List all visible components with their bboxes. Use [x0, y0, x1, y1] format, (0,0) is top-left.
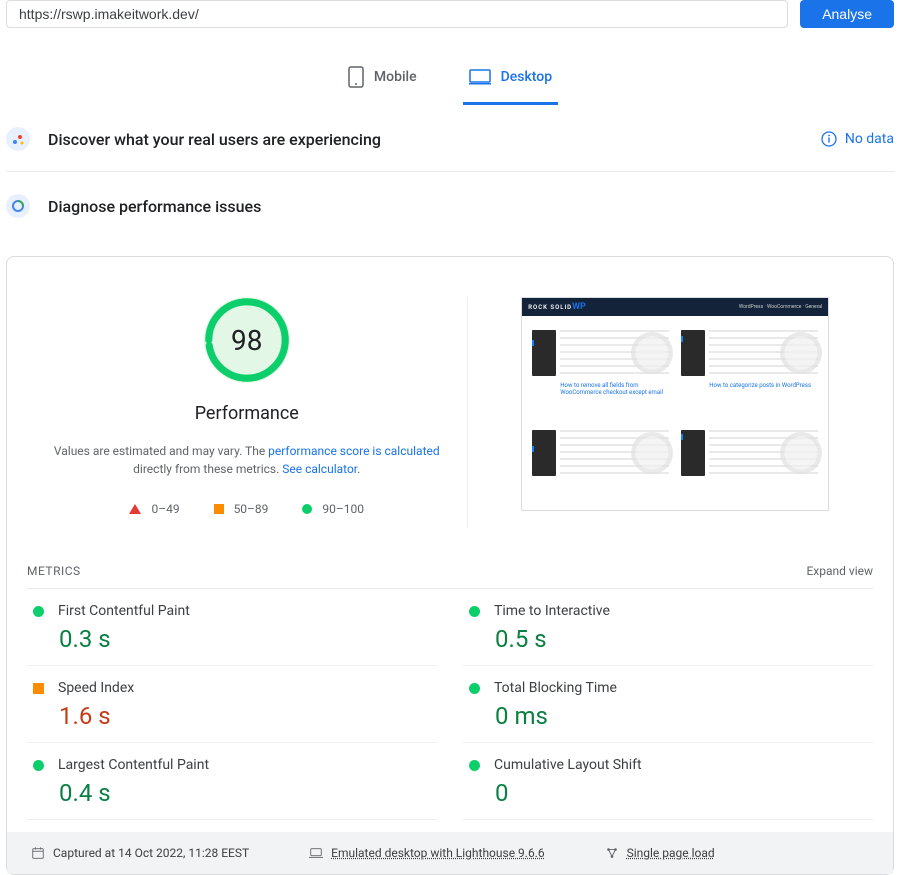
- tab-mobile[interactable]: Mobile: [342, 58, 423, 105]
- legend-fail-icon: [129, 504, 141, 514]
- metric-label: Speed Index: [58, 680, 134, 696]
- diagnose-title: Diagnose performance issues: [48, 197, 261, 216]
- laptop-icon: [309, 846, 323, 860]
- metric-label: Total Blocking Time: [494, 680, 617, 696]
- metrics-header: METRICS Expand view: [27, 528, 873, 589]
- report-footer: Captured at 14 Oct 2022, 11:28 EEST Emul…: [7, 832, 893, 874]
- metric: Largest Contentful Paint 0.4 s: [27, 743, 437, 820]
- metric-value: 0.3 s: [59, 625, 431, 653]
- gauge-ring: [204, 297, 290, 383]
- metric-value: 1.6 s: [59, 702, 431, 730]
- metrics-title: METRICS: [27, 564, 81, 578]
- page-screenshot: ROCK SOLIDWP WordPress · WooCommerce · G…: [521, 297, 829, 511]
- diagnose-icon: [6, 194, 30, 218]
- metric-label: Time to Interactive: [494, 603, 610, 619]
- metric-label: First Contentful Paint: [58, 603, 190, 619]
- score-legend: 0–49 50–89 90–100: [49, 502, 445, 516]
- metric-status-icon: [33, 606, 44, 617]
- metric-value: 0.5 s: [495, 625, 867, 653]
- discover-title: Discover what your real users are experi…: [48, 130, 381, 149]
- legend-avg-icon: [214, 504, 224, 514]
- metric-value: 0.4 s: [59, 779, 431, 807]
- tab-desktop-label: Desktop: [501, 69, 552, 85]
- emulated-link[interactable]: Emulated desktop with Lighthouse 9.6.6: [309, 846, 544, 860]
- mobile-icon: [348, 66, 364, 88]
- metric: Speed Index 1.6 s: [27, 666, 437, 743]
- metric: Time to Interactive 0.5 s: [463, 589, 873, 666]
- metric-value: 0: [495, 779, 867, 807]
- device-tabs: Mobile Desktop: [6, 58, 894, 105]
- url-input[interactable]: [6, 0, 788, 28]
- performance-gauge: 98: [204, 297, 290, 383]
- diagnose-section: Diagnose performance issues: [6, 172, 894, 238]
- metric-value: 0 ms: [495, 702, 867, 730]
- gauge-title: Performance: [49, 403, 445, 424]
- gauge-desc: Values are estimated and may vary. The p…: [49, 442, 445, 478]
- metric-label: Largest Contentful Paint: [58, 757, 209, 773]
- metric: Cumulative Layout Shift 0: [463, 743, 873, 820]
- analyse-button[interactable]: Analyse: [800, 0, 894, 28]
- info-icon: [821, 131, 837, 147]
- nodata-link[interactable]: No data: [821, 131, 894, 147]
- desktop-icon: [469, 69, 491, 85]
- discover-icon: [6, 127, 30, 151]
- tab-mobile-label: Mobile: [374, 69, 417, 85]
- network-icon: [605, 846, 619, 860]
- legend-pass-icon: [302, 504, 312, 514]
- expand-view[interactable]: Expand view: [806, 564, 873, 578]
- metric-label: Cumulative Layout Shift: [494, 757, 642, 773]
- nodata-label: No data: [845, 131, 894, 147]
- metric-status-icon: [469, 606, 480, 617]
- calculator-link[interactable]: See calculator: [282, 462, 357, 476]
- report-card: 98 Performance Values are estimated and …: [6, 256, 894, 875]
- metric: Total Blocking Time 0 ms: [463, 666, 873, 743]
- tab-desktop[interactable]: Desktop: [463, 58, 558, 105]
- load-link[interactable]: Single page load: [605, 846, 715, 860]
- metric-status-icon: [33, 683, 44, 694]
- calendar-icon: [31, 846, 45, 860]
- gauge-column: 98 Performance Values are estimated and …: [27, 297, 468, 528]
- perf-score-link[interactable]: performance score is calculated: [268, 444, 439, 458]
- metric-status-icon: [469, 683, 480, 694]
- metric-status-icon: [33, 760, 44, 771]
- captured-at: Captured at 14 Oct 2022, 11:28 EEST: [31, 846, 249, 860]
- metric: First Contentful Paint 0.3 s: [27, 589, 437, 666]
- metrics-grid: First Contentful Paint 0.3 s Time to Inter…: [27, 589, 873, 820]
- discover-section: Discover what your real users are experi…: [6, 105, 894, 172]
- metric-status-icon: [469, 760, 480, 771]
